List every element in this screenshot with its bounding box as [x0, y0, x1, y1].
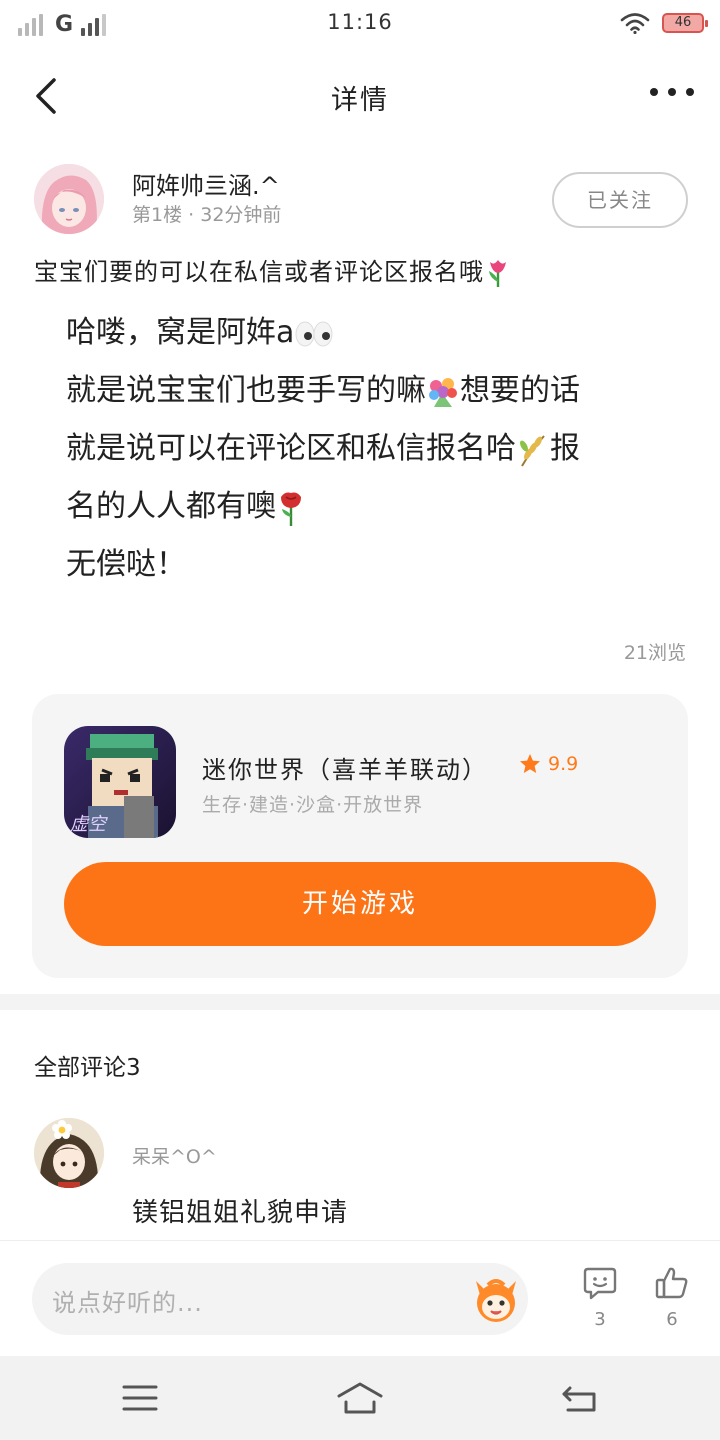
post-body: 哈喽，窝是阿姩a 就是说宝宝们也要手写的嘛 想要的话 就是说可以在评论区和私信报…	[66, 304, 686, 594]
author-avatar[interactable]	[34, 164, 104, 234]
game-icon-image: 虚空	[64, 726, 176, 838]
home-button[interactable]	[336, 1378, 384, 1418]
top-nav: 详情	[0, 56, 720, 136]
comment-input-placeholder: 说点好听的...	[52, 1289, 203, 1317]
post-line: 就是说宝宝们也要手写的嘛 想要的话	[66, 362, 686, 420]
post-line: 名的人人都有噢	[66, 478, 686, 536]
more-options-button[interactable]	[648, 76, 696, 108]
comments-header: 全部评论3	[34, 1055, 141, 1081]
comment-action[interactable]: 3	[572, 1265, 628, 1330]
tulip-emoji-icon	[489, 260, 506, 287]
start-game-button[interactable]: 开始游戏	[64, 862, 656, 946]
like-count: 6	[666, 1309, 678, 1330]
menu-button[interactable]	[118, 1378, 162, 1418]
post-time: 32分钟前	[200, 204, 282, 226]
system-nav-bar	[0, 1356, 720, 1440]
eyes-emoji-icon	[295, 321, 333, 346]
follow-button[interactable]: 已关注	[552, 172, 688, 228]
view-count: 21浏览	[623, 642, 686, 664]
star-icon	[520, 754, 540, 773]
author-row: 阿姩帅亖涵.^ 第1楼 · 32分钟前 已关注	[0, 164, 720, 236]
comment-count: 3	[594, 1309, 606, 1330]
floor-number: 第1楼	[132, 204, 183, 226]
commenter-avatar-image	[34, 1118, 104, 1188]
post-meta: 第1楼 · 32分钟前	[132, 200, 281, 227]
commenter-avatar[interactable]	[34, 1118, 104, 1188]
comment-input[interactable]: 说点好听的...	[32, 1263, 528, 1335]
comment-item: 呆呆^O^ 镁铝姐姐礼貌申请	[0, 1118, 720, 1238]
return-icon	[562, 1386, 596, 1412]
post-line: 哈喽，窝是阿姩a	[66, 304, 686, 362]
comment-text: 镁铝姐姐礼貌申请	[132, 1198, 349, 1228]
post-text: 就是说宝宝们也要手写的嘛	[66, 373, 426, 408]
game-rating: 9.9	[518, 752, 578, 776]
rating-value: 9.9	[548, 753, 579, 775]
game-name[interactable]: 迷你世界（喜羊羊联动）	[202, 750, 488, 785]
rose-emoji-icon	[281, 492, 301, 526]
bottom-action-bar: 说点好听的... 3 6	[0, 1240, 720, 1356]
status-bar: G 11:16 46	[0, 0, 720, 48]
game-icon-text: 虚空	[70, 814, 108, 835]
game-card[interactable]: 虚空 迷你世界（喜羊羊联动） 9.9 生存·建造·沙盒·开放世界 开始游戏	[32, 694, 688, 978]
thumbs-up-icon	[655, 1267, 688, 1299]
comment-icon	[583, 1267, 617, 1300]
post-text: 报	[550, 431, 580, 466]
avatar-image	[34, 164, 104, 234]
rice-ear-emoji-icon	[520, 434, 545, 466]
post-text: 哈喽，窝是阿姩a	[66, 315, 295, 350]
section-divider	[0, 994, 720, 1010]
game-tags: 生存·建造·沙盒·开放世界	[202, 794, 424, 816]
mascot-emoji-icon[interactable]	[470, 1273, 522, 1325]
battery-icon: 46	[662, 13, 708, 33]
post-title: 宝宝们要的可以在私信或者评论区报名哦	[34, 252, 512, 288]
bouquet-emoji-icon	[429, 377, 457, 407]
meta-separator-dot: ·	[188, 204, 201, 226]
post-line: 无偿哒！	[66, 536, 686, 594]
page-title: 详情	[331, 85, 389, 116]
home-icon	[337, 1382, 383, 1414]
post-line: 就是说可以在评论区和私信报名哈 报	[66, 420, 686, 478]
post-text: 名的人人都有噢	[66, 489, 276, 524]
author-name[interactable]: 阿姩帅亖涵.^	[132, 166, 280, 201]
post-text: 想要的话	[460, 373, 580, 408]
clock: 11:16	[327, 10, 393, 34]
post-text: 无偿哒！	[66, 547, 186, 582]
back-system-button[interactable]	[558, 1378, 602, 1418]
game-icon[interactable]: 虚空	[64, 726, 176, 838]
like-action[interactable]: 6	[644, 1265, 700, 1330]
post-title-text: 宝宝们要的可以在私信或者评论区报名哦	[34, 258, 484, 286]
menu-icon	[122, 1385, 158, 1411]
commenter-name[interactable]: 呆呆^O^	[132, 1142, 217, 1169]
more-dots-icon	[650, 88, 694, 96]
post-text: 就是说可以在评论区和私信报名哈	[66, 431, 516, 466]
wifi-icon	[620, 13, 650, 34]
